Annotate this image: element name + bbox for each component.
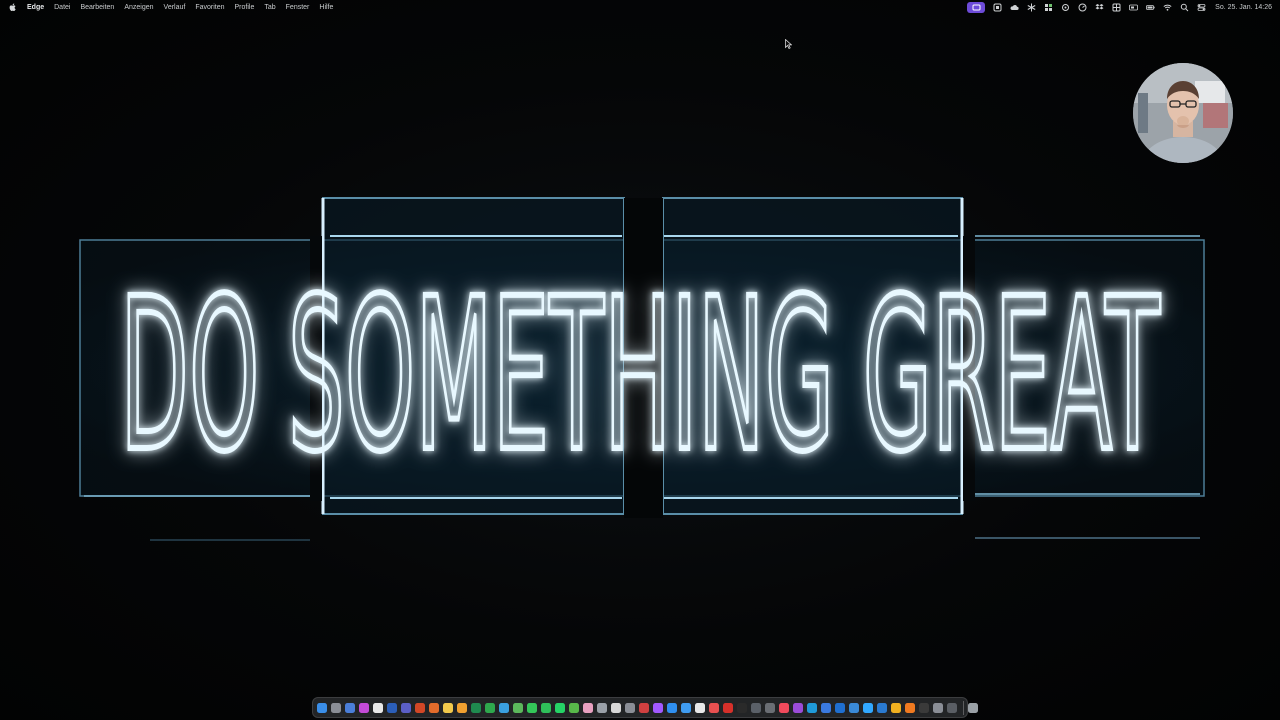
dial-icon[interactable] xyxy=(1078,3,1087,12)
dock xyxy=(312,697,978,718)
search-icon[interactable] xyxy=(1180,3,1189,12)
dock-vs-code-icon[interactable] xyxy=(877,702,887,713)
dock-terminal-icon[interactable] xyxy=(737,702,747,713)
menu-favoriten[interactable]: Favoriten xyxy=(195,4,224,11)
dock-photos-icon[interactable] xyxy=(583,702,593,713)
window-icon[interactable] xyxy=(993,3,1002,12)
dock-facetime-icon[interactable] xyxy=(541,702,551,713)
dock-archive-icon[interactable] xyxy=(947,702,957,713)
menubar-clock[interactable]: So. 25. Jan. 14:26 xyxy=(1215,4,1272,11)
dock-acrobat-icon[interactable] xyxy=(723,702,733,713)
dock-finder-icon[interactable] xyxy=(317,702,327,713)
dock-figma-icon[interactable] xyxy=(653,702,663,713)
dock-chrome-icon[interactable] xyxy=(513,702,523,713)
dock-preview-icon[interactable] xyxy=(597,702,607,713)
dock-outlook-icon[interactable] xyxy=(835,702,845,713)
dock-vpn-icon[interactable] xyxy=(639,702,649,713)
menu-hilfe[interactable]: Hilfe xyxy=(319,4,333,11)
dock-onedrive-icon[interactable] xyxy=(849,702,859,713)
dock-photoshop-icon[interactable] xyxy=(863,702,873,713)
dock-settings-icon[interactable] xyxy=(625,702,635,713)
dock-xcode-icon[interactable] xyxy=(821,702,831,713)
dock-messages-icon[interactable] xyxy=(527,702,537,713)
dock-notes-icon[interactable] xyxy=(443,702,453,713)
dock-screenshot-icon[interactable] xyxy=(765,702,775,713)
dock-numbers-icon[interactable] xyxy=(485,702,495,713)
puzzle-icon[interactable] xyxy=(1044,3,1053,12)
dock-separator xyxy=(963,700,964,715)
snowflake-icon[interactable] xyxy=(1027,3,1036,12)
dock-word-icon[interactable] xyxy=(387,702,397,713)
webcam-overlay[interactable] xyxy=(1133,63,1233,163)
wallpaper-neon-sign: DO SOMETHING GREAT xyxy=(79,197,1205,541)
dropbox-icon[interactable] xyxy=(1095,3,1104,12)
control-center-icon[interactable] xyxy=(1197,3,1206,12)
desktop: DO SOMETHING GREAT Edge Datei Bearbeiten… xyxy=(0,0,1280,720)
dock-trash-icon[interactable] xyxy=(968,702,978,713)
dock-launchpad-icon[interactable] xyxy=(331,702,341,713)
status-menu-area: So. 25. Jan. 14:26 xyxy=(967,0,1280,14)
menu-profile[interactable]: Profile xyxy=(235,4,255,11)
neon-sign-text: DO SOMETHING GREAT xyxy=(120,253,1160,498)
menu-datei[interactable]: Datei xyxy=(54,4,70,11)
cloud-icon[interactable] xyxy=(1010,3,1019,12)
menu-verlauf[interactable]: Verlauf xyxy=(164,4,186,11)
dock-pages-icon[interactable] xyxy=(457,702,467,713)
dock-sketch-icon[interactable] xyxy=(891,702,901,713)
wifi-icon[interactable] xyxy=(1163,3,1172,12)
screen-share-icon[interactable] xyxy=(967,1,986,13)
menu-fenster[interactable]: Fenster xyxy=(286,4,310,11)
dock-illustrator-icon[interactable] xyxy=(905,702,915,713)
dock-music-icon[interactable] xyxy=(779,702,789,713)
menu-tab[interactable]: Tab xyxy=(264,4,275,11)
battery-icon xyxy=(1146,3,1155,12)
dock-app-store-icon[interactable] xyxy=(667,702,677,713)
dock-obs-icon[interactable] xyxy=(919,702,929,713)
dock-excel-icon[interactable] xyxy=(471,702,481,713)
dock-teams-icon[interactable] xyxy=(401,702,411,713)
window-icon[interactable] xyxy=(1129,3,1139,12)
dock-safari-icon[interactable] xyxy=(345,702,355,713)
dock-powerpoint-icon[interactable] xyxy=(415,702,425,713)
dock-activity-monitor-icon[interactable] xyxy=(751,702,761,713)
apple-icon[interactable] xyxy=(9,3,17,12)
dock-calendar-icon[interactable] xyxy=(695,702,705,713)
dock-edge-icon[interactable] xyxy=(807,702,817,713)
dock-maps-icon[interactable] xyxy=(569,702,579,713)
dock-utility-icon[interactable] xyxy=(933,702,943,713)
dock-notion-icon[interactable] xyxy=(373,702,383,713)
webcam-person-image xyxy=(1133,63,1233,163)
menu-app-name[interactable]: Edge xyxy=(27,4,44,11)
dock-reminders-icon[interactable] xyxy=(709,702,719,713)
menu-anzeigen[interactable]: Anzeigen xyxy=(124,4,153,11)
mouse-cursor xyxy=(785,39,792,49)
settings-icon[interactable] xyxy=(1061,3,1070,12)
menu-bar: Edge Datei Bearbeiten Anzeigen Verlauf F… xyxy=(0,0,1280,14)
dock-keynote-icon[interactable] xyxy=(499,702,509,713)
dock-office-icon[interactable] xyxy=(429,702,439,713)
dock-whatsapp-icon[interactable] xyxy=(555,702,565,713)
menu-bearbeiten[interactable]: Bearbeiten xyxy=(80,4,114,11)
dock-podcasts-icon[interactable] xyxy=(793,702,803,713)
dock-mail-icon[interactable] xyxy=(681,702,691,713)
grid-icon[interactable] xyxy=(1112,3,1121,12)
dock-textedit-icon[interactable] xyxy=(611,702,621,713)
dock-arc-icon[interactable] xyxy=(359,702,369,713)
